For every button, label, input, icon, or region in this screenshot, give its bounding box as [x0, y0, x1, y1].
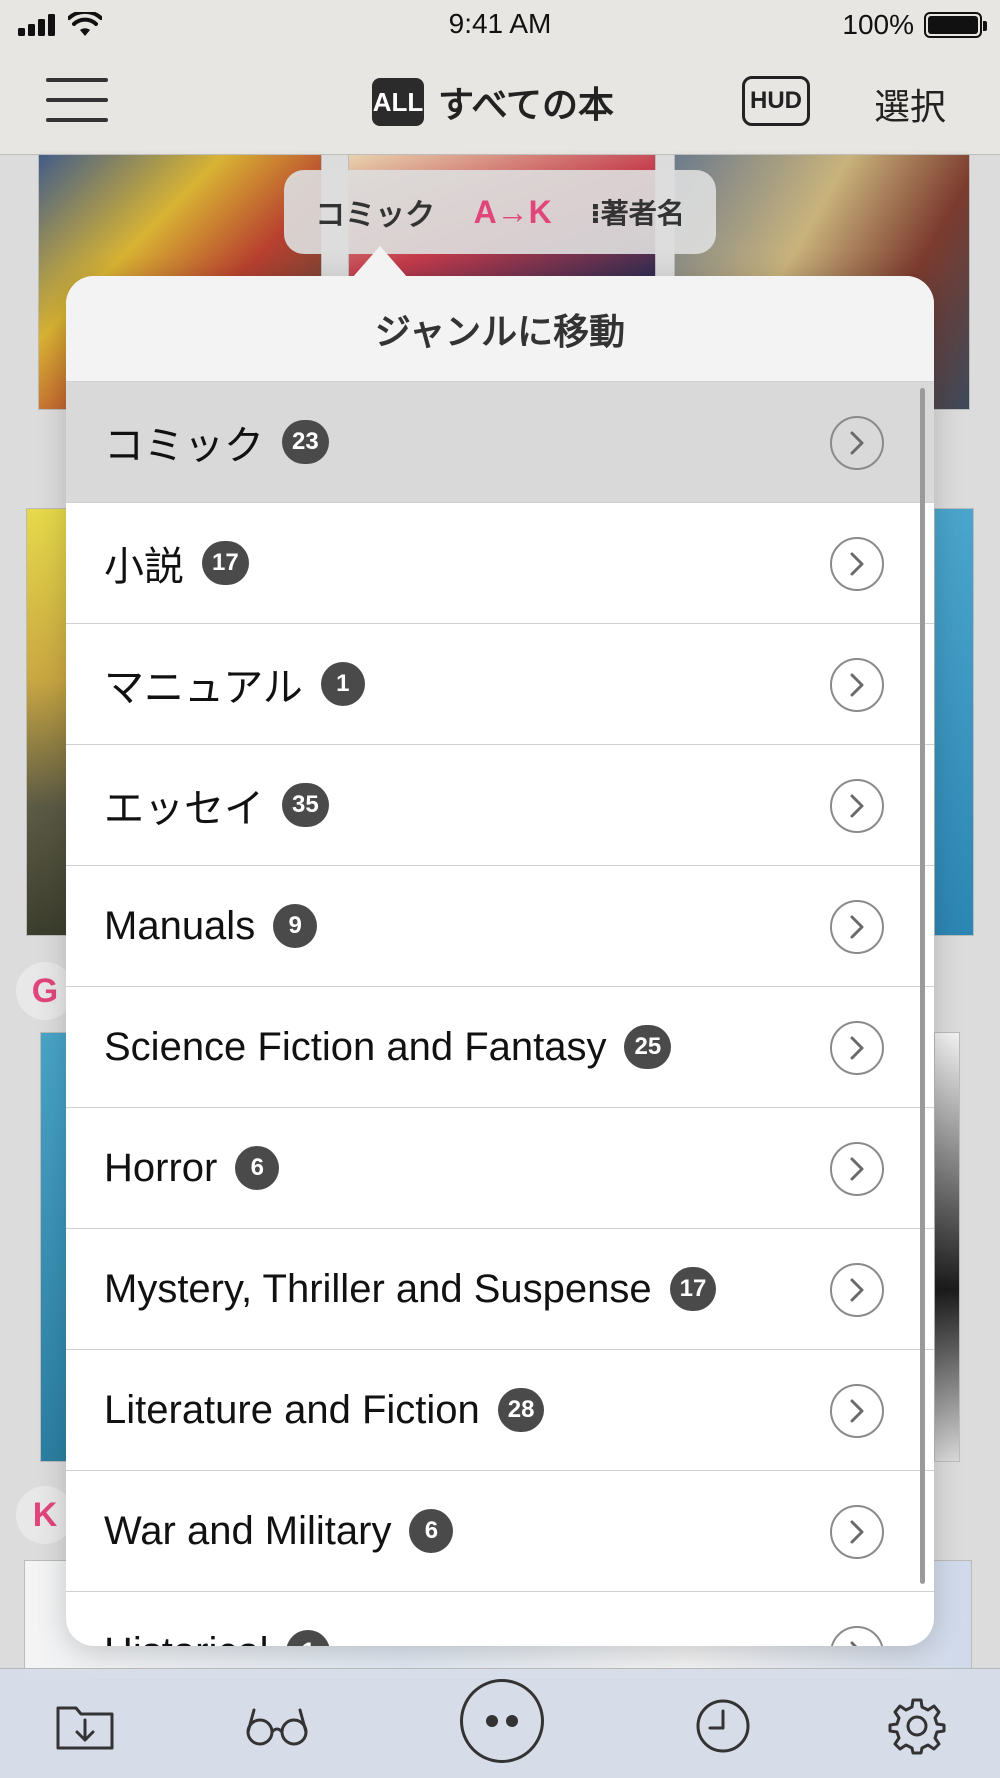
menu-icon-line: [46, 98, 108, 102]
popover-header: ジャンルに移動: [66, 276, 934, 382]
genre-count-badge: 6: [409, 1509, 454, 1553]
genre-name: Manuals: [104, 903, 256, 948]
genre-count-badge: 25: [624, 1025, 672, 1069]
genre-name: Literature and Fiction: [104, 1387, 480, 1432]
battery-percentage: 100%: [842, 9, 914, 40]
genre-count-badge: 35: [282, 783, 329, 827]
genre-count-badge: 17: [202, 541, 249, 585]
genre-count-badge: 9: [273, 904, 318, 948]
book-cover[interactable]: [934, 1032, 960, 1462]
all-books-badge: ALL: [372, 78, 424, 126]
gear-icon[interactable]: [882, 1691, 952, 1761]
genre-name: エッセイ: [104, 787, 264, 831]
cellular-signal-icon: [18, 14, 55, 36]
genre-row[interactable]: Literature and Fiction 28: [66, 1350, 934, 1471]
genre-row[interactable]: Horror 6: [66, 1108, 934, 1229]
chevron-right-icon[interactable]: [830, 416, 884, 470]
genre-count-badge: 1: [320, 662, 365, 706]
genre-name: コミック: [104, 424, 264, 468]
popover-arrow: [352, 246, 408, 278]
chevron-right-icon[interactable]: [830, 1626, 884, 1646]
genre-count-badge: 28: [497, 1388, 545, 1432]
genre-name: War and Military: [104, 1508, 392, 1553]
select-button[interactable]: 選択: [874, 78, 946, 130]
book-cover[interactable]: [934, 508, 974, 936]
genre-row[interactable]: マニュアル 1: [66, 624, 934, 745]
genre-row[interactable]: エッセイ 35: [66, 745, 934, 866]
chevron-right-icon[interactable]: [830, 537, 884, 591]
genre-count-badge: 1: [286, 1630, 331, 1646]
import-folder-icon[interactable]: [50, 1691, 120, 1761]
library-title[interactable]: ALL すべての本: [372, 76, 614, 128]
page-title: すべての本: [438, 85, 615, 126]
genre-name: マニュアル: [104, 666, 303, 710]
wifi-icon: [68, 12, 102, 36]
genre-row[interactable]: Manuals 9: [66, 866, 934, 987]
popover-title: ジャンルに移動: [374, 311, 626, 353]
battery-icon: [924, 12, 987, 38]
genre-row[interactable]: Science Fiction and Fantasy 25: [66, 987, 934, 1108]
genre-list: コミック 23 小説 17 マニュアル 1 エッセイ 35 Manuals 9 …: [66, 382, 934, 1646]
reading-glasses-icon[interactable]: [242, 1691, 312, 1761]
sort-order-toggle[interactable]: A→K: [474, 194, 552, 231]
status-bar: 9:41 AM 100%: [0, 0, 1000, 50]
genre-row[interactable]: War and Military 6: [66, 1471, 934, 1592]
chevron-right-icon[interactable]: [830, 1021, 884, 1075]
hud-button[interactable]: HUD: [742, 76, 810, 126]
menu-icon-line: [46, 118, 108, 122]
menu-button[interactable]: [46, 78, 108, 122]
genre-name: 小説: [104, 545, 184, 589]
tab-bar: [0, 1668, 1000, 1778]
genre-name: Horror: [104, 1145, 218, 1190]
chevron-right-icon[interactable]: [830, 779, 884, 833]
menu-icon-line: [46, 78, 108, 82]
genre-row[interactable]: コミック 23: [66, 382, 934, 503]
chevron-right-icon[interactable]: [830, 900, 884, 954]
genre-row[interactable]: Historical 1: [66, 1592, 934, 1646]
genre-count-badge: 17: [669, 1267, 717, 1311]
genre-count-badge: 23: [282, 420, 329, 464]
sort-control[interactable]: コミック A→K ⁝著者名: [284, 170, 716, 254]
scroll-indicator[interactable]: [920, 388, 925, 1584]
genre-name: Historical: [104, 1630, 268, 1647]
chevron-right-icon[interactable]: [830, 1384, 884, 1438]
genre-row[interactable]: 小説 17: [66, 503, 934, 624]
genre-count-badge: 6: [235, 1146, 280, 1190]
genre-jump-popover: ジャンルに移動 コミック 23 小説 17 マニュアル 1 エッセイ 35 Ma…: [66, 276, 934, 1646]
chevron-right-icon[interactable]: [830, 1263, 884, 1317]
center-dots-icon[interactable]: [460, 1679, 544, 1763]
sort-by-genre[interactable]: コミック: [315, 190, 435, 234]
chevron-right-icon[interactable]: [830, 658, 884, 712]
genre-name: Mystery, Thriller and Suspense: [104, 1266, 652, 1311]
genre-row[interactable]: Mystery, Thriller and Suspense 17: [66, 1229, 934, 1350]
sort-by-author[interactable]: ⁝著者名: [590, 192, 685, 232]
chevron-right-icon[interactable]: [830, 1505, 884, 1559]
clock-icon[interactable]: [688, 1691, 758, 1761]
chevron-right-icon[interactable]: [830, 1142, 884, 1196]
genre-name: Science Fiction and Fantasy: [104, 1024, 607, 1069]
